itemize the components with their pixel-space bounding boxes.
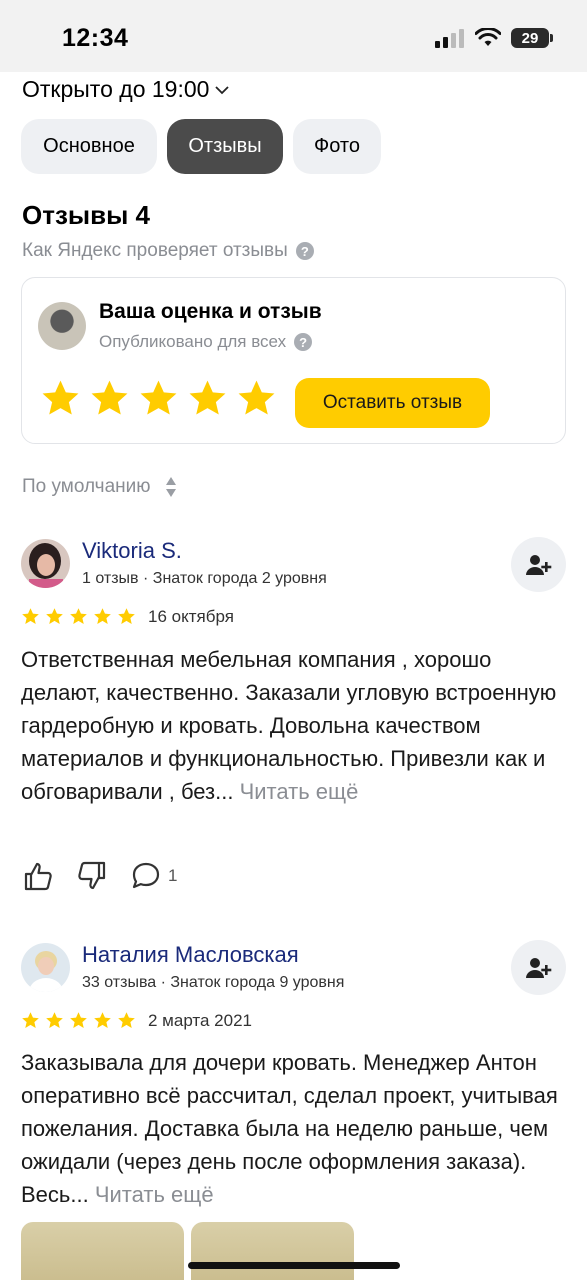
follow-button[interactable] bbox=[511, 940, 566, 995]
review-text: Ответственная мебельная компания , хорош… bbox=[21, 643, 566, 808]
status-bar: 12:34 29 bbox=[0, 0, 587, 72]
star-icon[interactable] bbox=[236, 378, 277, 419]
verify-reviews-link[interactable]: Как Яндекс проверяет отзывы ? bbox=[22, 240, 314, 262]
star-icon bbox=[46, 608, 63, 624]
question-icon[interactable]: ? bbox=[294, 333, 313, 351]
comment-count: 1 bbox=[168, 866, 178, 885]
review-text: Заказывала для дочери кровать. Менеджер … bbox=[21, 1046, 566, 1211]
star-icon bbox=[94, 608, 111, 624]
reviews-title: Отзывы 4 bbox=[22, 200, 150, 230]
rating-stars bbox=[21, 1011, 136, 1030]
star-icon[interactable] bbox=[89, 378, 130, 419]
chevron-down-icon bbox=[215, 85, 230, 94]
question-icon[interactable]: ? bbox=[295, 242, 314, 260]
tab-photos[interactable]: Фото bbox=[293, 119, 381, 174]
sort-selector[interactable]: По умолчанию bbox=[22, 476, 177, 498]
rate-card-subtitle: Опубликовано для всех ? bbox=[99, 332, 313, 352]
review-actions: 1 bbox=[22, 860, 177, 892]
review-photo[interactable] bbox=[21, 1222, 184, 1280]
avatar[interactable] bbox=[21, 943, 70, 992]
verify-reviews-text: Как Яндекс проверяет отзывы bbox=[22, 240, 288, 261]
tab-main[interactable]: Основное bbox=[21, 119, 157, 174]
star-icon bbox=[118, 1012, 135, 1028]
opening-hours[interactable]: Открыто до 19:00 bbox=[22, 76, 230, 103]
reviewer-meta: 1 отзыв · Знаток города 2 уровня bbox=[82, 570, 327, 587]
sort-label: По умолчанию bbox=[22, 476, 151, 497]
tab-reviews[interactable]: Отзывы bbox=[167, 119, 283, 174]
review-photos bbox=[21, 1222, 354, 1280]
read-more-link[interactable]: Читать ещё bbox=[95, 1182, 214, 1207]
wifi-icon bbox=[475, 28, 501, 46]
status-icons: 29 bbox=[435, 28, 553, 48]
rating-input bbox=[40, 378, 277, 419]
review-date: 16 октября bbox=[148, 607, 234, 626]
reviewer-meta: 33 отзыва · Знаток города 9 уровня bbox=[82, 974, 345, 991]
thumbs-down-icon[interactable] bbox=[76, 860, 108, 892]
rating-stars bbox=[21, 607, 136, 626]
rate-card-title: Ваша оценка и отзыв bbox=[99, 300, 322, 323]
thumbs-up-icon[interactable] bbox=[22, 860, 54, 892]
star-icon bbox=[22, 608, 39, 624]
cellular-signal-icon bbox=[435, 29, 464, 48]
status-time: 12:34 bbox=[62, 24, 129, 52]
rate-card: Ваша оценка и отзыв Опубликовано для все… bbox=[21, 277, 566, 444]
star-icon[interactable] bbox=[138, 378, 179, 419]
opening-hours-text: Открыто до 19:00 bbox=[22, 76, 210, 102]
tab-bar: Основное Отзывы Фото bbox=[21, 119, 381, 174]
star-icon bbox=[94, 1012, 111, 1028]
read-more-link[interactable]: Читать ещё bbox=[240, 779, 359, 804]
star-icon bbox=[46, 1012, 63, 1028]
comment-icon[interactable] bbox=[130, 860, 162, 892]
home-indicator[interactable] bbox=[188, 1262, 400, 1269]
star-icon bbox=[70, 1012, 87, 1028]
sort-icon bbox=[165, 477, 176, 497]
star-icon[interactable] bbox=[40, 378, 81, 419]
avatar bbox=[38, 302, 86, 350]
leave-review-button[interactable]: Оставить отзыв bbox=[295, 378, 490, 428]
star-icon[interactable] bbox=[187, 378, 228, 419]
review-photo[interactable] bbox=[191, 1222, 354, 1280]
reviewer-name[interactable]: Наталия Масловская bbox=[82, 942, 299, 968]
star-icon bbox=[118, 608, 135, 624]
star-icon bbox=[70, 608, 87, 624]
review-date: 2 марта 2021 bbox=[148, 1011, 252, 1030]
add-user-icon bbox=[525, 957, 551, 978]
avatar[interactable] bbox=[21, 539, 70, 588]
reviewer-name[interactable]: Viktoria S. bbox=[82, 538, 182, 564]
star-icon bbox=[22, 1012, 39, 1028]
rate-card-subtitle-text: Опубликовано для всех bbox=[99, 332, 287, 351]
add-user-icon bbox=[525, 554, 551, 575]
follow-button[interactable] bbox=[511, 537, 566, 592]
battery-icon: 29 bbox=[511, 28, 553, 48]
